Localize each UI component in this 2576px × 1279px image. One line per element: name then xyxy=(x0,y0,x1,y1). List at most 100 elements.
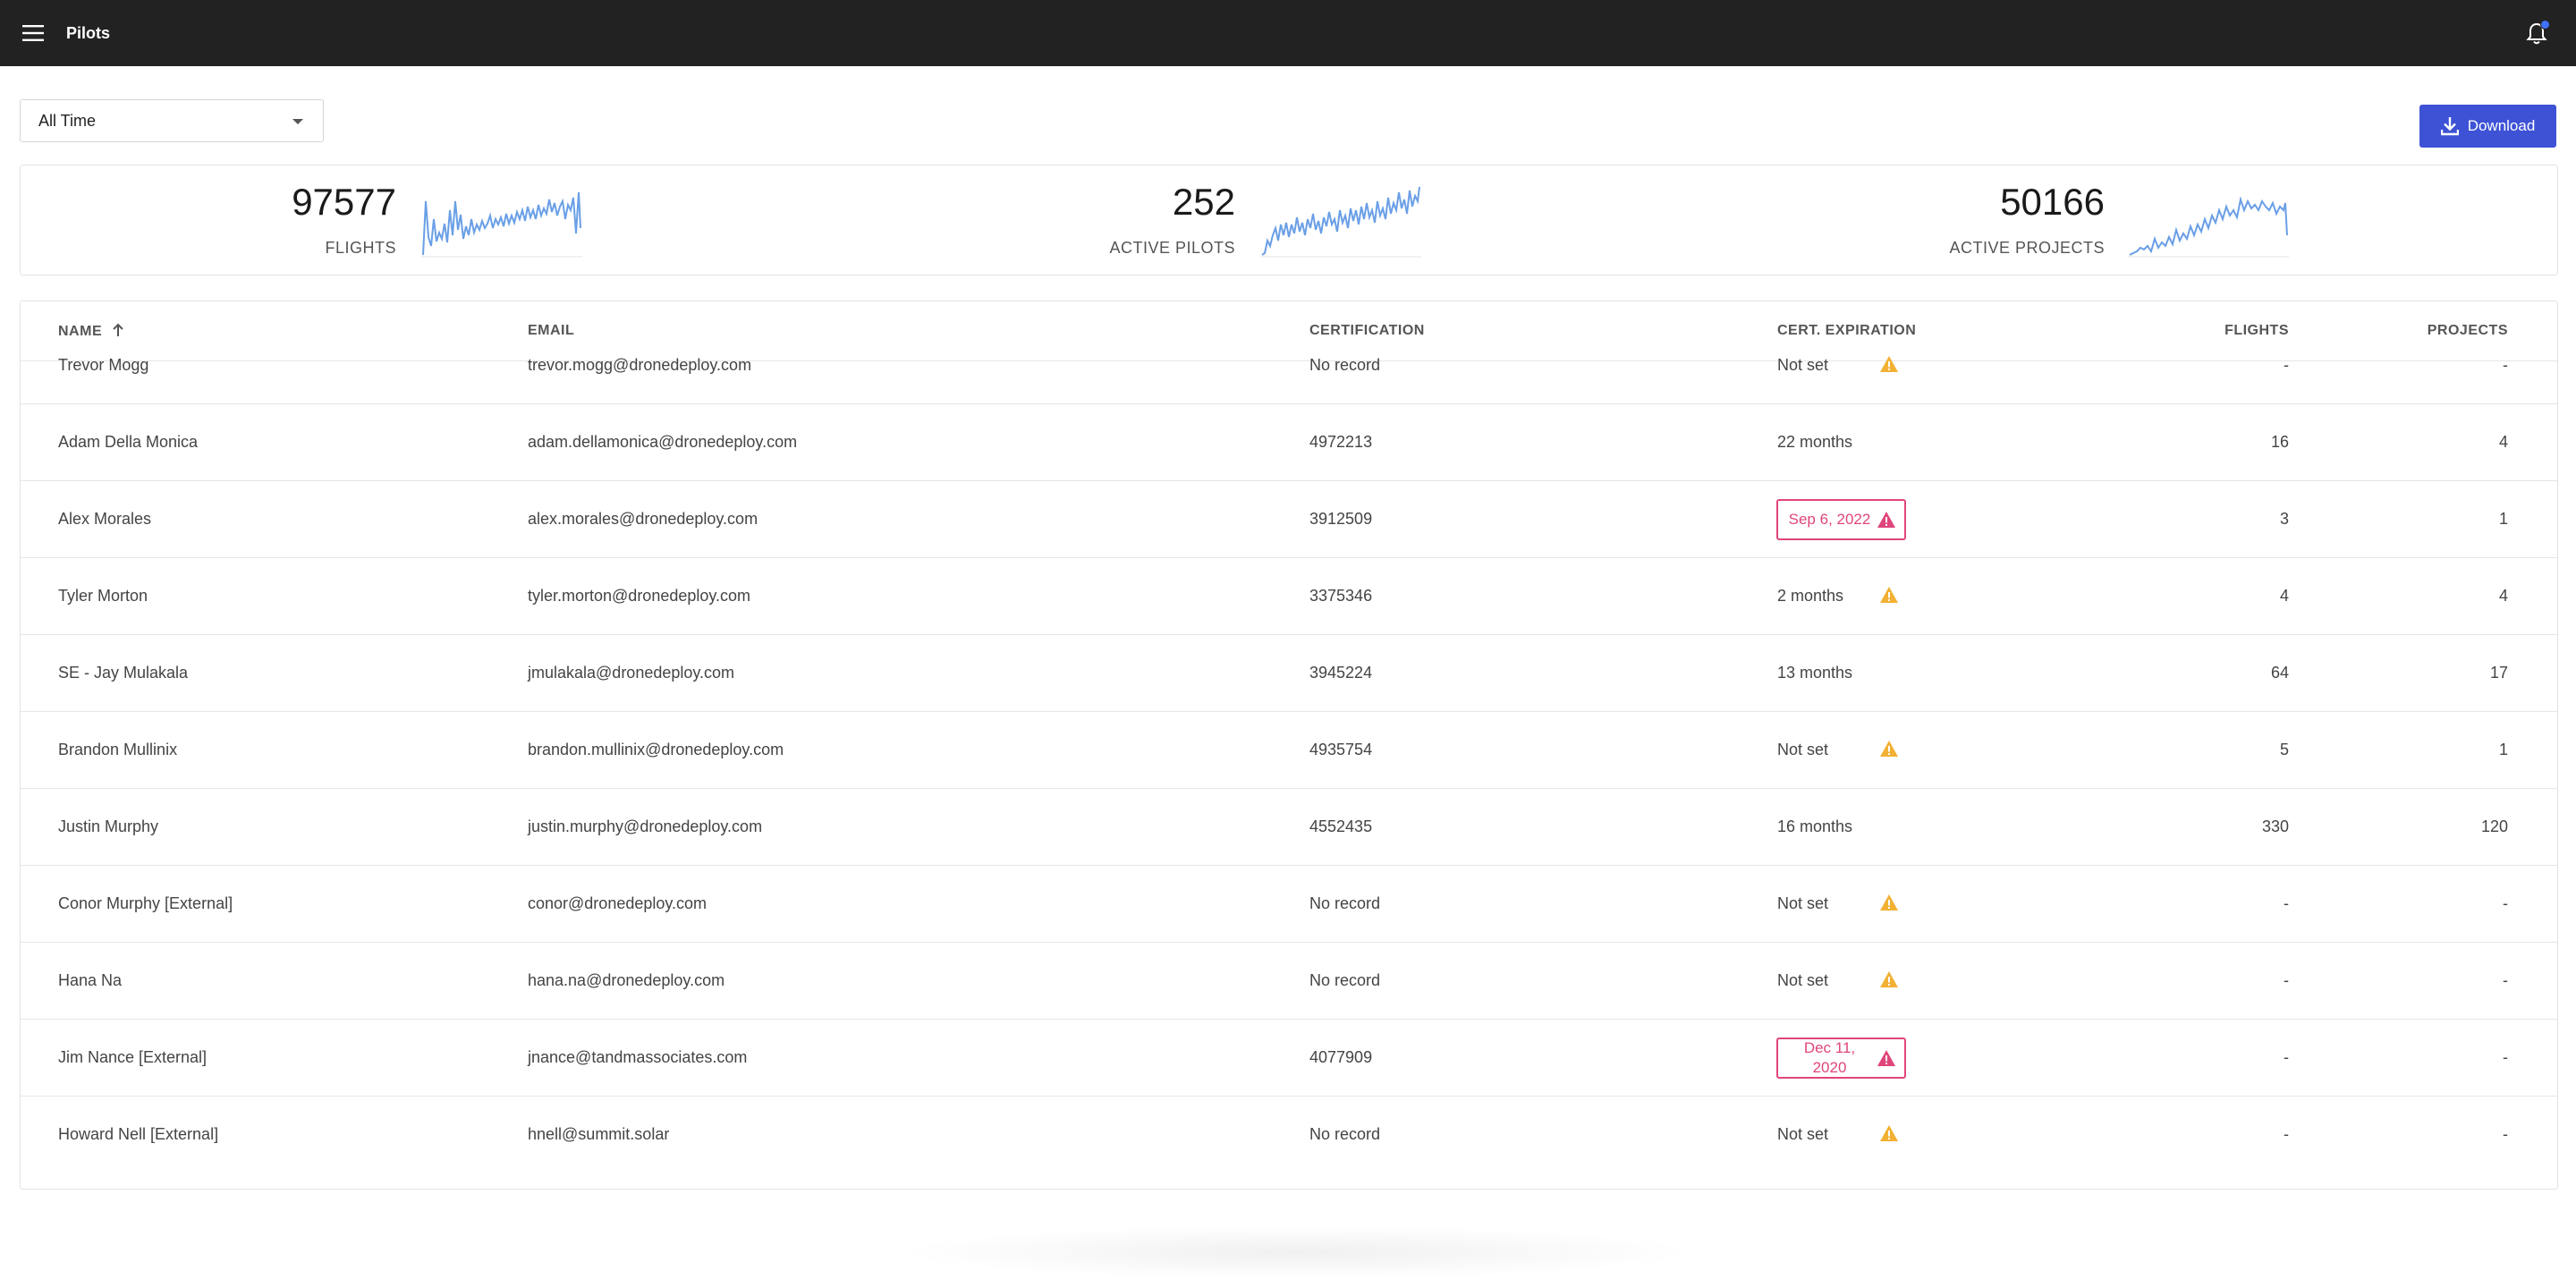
certification-number: 4972213 xyxy=(1309,433,1373,451)
pilot-email: jmulakala@dronedeploy.com xyxy=(528,664,735,682)
cert-expiration: Not set xyxy=(1777,356,1829,374)
certification-number: 3912509 xyxy=(1309,510,1373,528)
cert-expiration: 16 months xyxy=(1777,817,1853,835)
pilot-name: Hana Na xyxy=(58,971,123,989)
caret-down-icon xyxy=(292,119,303,124)
pilot-email: brandon.mullinix@dronedeploy.com xyxy=(528,741,784,758)
cert-expiration: Dec 11, 2020 xyxy=(1803,1039,1856,1076)
certification-number: 4935754 xyxy=(1309,741,1373,758)
pilot-email: conor@dronedeploy.com xyxy=(528,894,708,912)
cert-expiration: Sep 6, 2022 xyxy=(1788,511,1871,528)
cert-expiration: Not set xyxy=(1777,741,1829,758)
pilot-email: tyler.morton@dronedeploy.com xyxy=(528,587,751,605)
app-bar: Pilots xyxy=(0,0,2576,66)
table-row[interactable]: Adam Della Monica adam.dellamonica@droned… xyxy=(21,403,2557,481)
expired-badge: Sep 6, 2022 xyxy=(1776,499,1906,540)
active-projects-sparkline xyxy=(2128,196,2289,258)
projects-count: - xyxy=(2503,356,2508,374)
warning-triangle-icon xyxy=(1877,1049,1896,1067)
table-row[interactable]: Brandon Mullinix brandon.mullinix@dronede… xyxy=(21,711,2557,789)
flights-count: - xyxy=(2284,1125,2289,1143)
flights-count: 4 xyxy=(2279,587,2289,605)
projects-count: 120 xyxy=(2480,817,2508,835)
certification-number: 4552435 xyxy=(1309,817,1373,835)
warning-triangle-icon xyxy=(1879,970,1899,993)
flights-count: 16 xyxy=(2270,433,2289,451)
projects-count: - xyxy=(2503,1048,2508,1066)
stat-value: 50166 xyxy=(2000,181,2105,223)
time-range-select[interactable]: All Time xyxy=(20,99,324,142)
pilot-email: hnell@summit.solar xyxy=(528,1125,670,1143)
projects-count: 4 xyxy=(2498,587,2508,605)
download-button[interactable]: Download xyxy=(2419,105,2556,148)
pilot-email: justin.murphy@dronedeploy.com xyxy=(528,817,763,835)
table-row[interactable]: Conor Murphy [External] conor@dronedeploy… xyxy=(21,865,2557,943)
pilot-name: Jim Nance [External] xyxy=(58,1048,208,1066)
cert-expiration: 22 months xyxy=(1777,433,1853,451)
pilot-name: Howard Nell [External] xyxy=(58,1125,219,1143)
table-row[interactable]: Hana Na hana.na@dronedeploy.com No record N… xyxy=(21,942,2557,1020)
pilot-name: Justin Murphy xyxy=(58,817,159,835)
pilot-name: Alex Morales xyxy=(58,510,152,528)
pilot-email: alex.morales@dronedeploy.com xyxy=(528,510,758,528)
flights-count: - xyxy=(2284,894,2289,912)
page-title: Pilots xyxy=(66,23,111,42)
certification-number: No record xyxy=(1309,971,1381,989)
table-row[interactable]: Tyler Morton tyler.morton@dronedeploy.com… xyxy=(21,557,2557,635)
cert-expiration: Not set xyxy=(1777,971,1829,989)
warning-triangle-icon xyxy=(1877,511,1896,529)
table-row[interactable]: SE - Jay Mulakala jmulakala@dronedeploy.c… xyxy=(21,634,2557,712)
table-row[interactable]: Howard Nell [External] hnell@summit.solar… xyxy=(21,1096,2557,1173)
pilot-name: Conor Murphy [External] xyxy=(58,894,233,912)
flights-count: 64 xyxy=(2270,664,2289,682)
cert-expiration: 2 months xyxy=(1777,587,1844,605)
pilot-name: Brandon Mullinix xyxy=(58,741,178,758)
pilot-name: SE - Jay Mulakala xyxy=(58,664,189,682)
projects-count: - xyxy=(2503,971,2508,989)
pilot-email: hana.na@dronedeploy.com xyxy=(528,971,725,989)
download-icon xyxy=(2440,117,2459,136)
flights-count: 5 xyxy=(2279,741,2289,758)
projects-count: 1 xyxy=(2498,741,2508,758)
flights-count: - xyxy=(2284,971,2289,989)
projects-count: 1 xyxy=(2498,510,2508,528)
notification-badge xyxy=(2540,20,2550,30)
warning-triangle-icon xyxy=(1879,355,1899,377)
pilot-name: Tyler Morton xyxy=(58,587,148,605)
certification-number: No record xyxy=(1309,356,1381,374)
certification-number: No record xyxy=(1309,1125,1381,1143)
expired-badge: Dec 11, 2020 xyxy=(1776,1038,1906,1079)
table-row[interactable]: Justin Murphy justin.murphy@dronedeploy.c… xyxy=(21,788,2557,866)
stat-active-projects: 50166 ACTIVE PROJECTS xyxy=(21,165,2105,276)
pilots-table: NAME EMAIL CERTIFICATION CERT. EXPIRATIO… xyxy=(20,301,2558,1190)
menu-button[interactable] xyxy=(0,0,66,66)
table-row[interactable]: Alex Morales alex.morales@dronedeploy.com… xyxy=(21,480,2557,558)
flights-count: - xyxy=(2284,356,2289,374)
menu-icon xyxy=(22,25,44,41)
cert-expiration: 13 months xyxy=(1777,664,1853,682)
projects-count: - xyxy=(2503,1125,2508,1143)
stats-summary: 97577 FLIGHTS 252 ACTIVE PILOTS 50166 AC… xyxy=(20,165,2558,275)
pilot-email: trevor.mogg@dronedeploy.com xyxy=(528,356,752,374)
pilot-email: jnance@tandmassociates.com xyxy=(528,1048,748,1066)
projects-count: 17 xyxy=(2489,664,2508,682)
warning-triangle-icon xyxy=(1879,1124,1899,1147)
cert-expiration: Not set xyxy=(1777,894,1829,912)
certification-number: 3375346 xyxy=(1309,587,1373,605)
projects-count: - xyxy=(2503,894,2508,912)
flights-count: 3 xyxy=(2279,510,2289,528)
notifications-button[interactable] xyxy=(2521,18,2553,50)
cert-expiration: Not set xyxy=(1777,1125,1829,1143)
table-row[interactable]: Trevor Mogg trevor.mogg@dronedeploy.com No… xyxy=(21,326,2557,404)
stat-label: ACTIVE PROJECTS xyxy=(1949,239,2105,257)
flights-count: 330 xyxy=(2261,817,2289,835)
certification-number: No record xyxy=(1309,894,1381,912)
table-row[interactable]: Jim Nance [External] jnance@tandmassociat… xyxy=(21,1019,2557,1097)
warning-triangle-icon xyxy=(1879,740,1899,762)
projects-count: 4 xyxy=(2498,433,2508,451)
pilot-name: Adam Della Monica xyxy=(58,433,199,451)
certification-number: 3945224 xyxy=(1309,664,1373,682)
download-label: Download xyxy=(2467,117,2536,134)
certification-number: 4077909 xyxy=(1309,1048,1373,1066)
time-range-value: All Time xyxy=(38,111,97,130)
